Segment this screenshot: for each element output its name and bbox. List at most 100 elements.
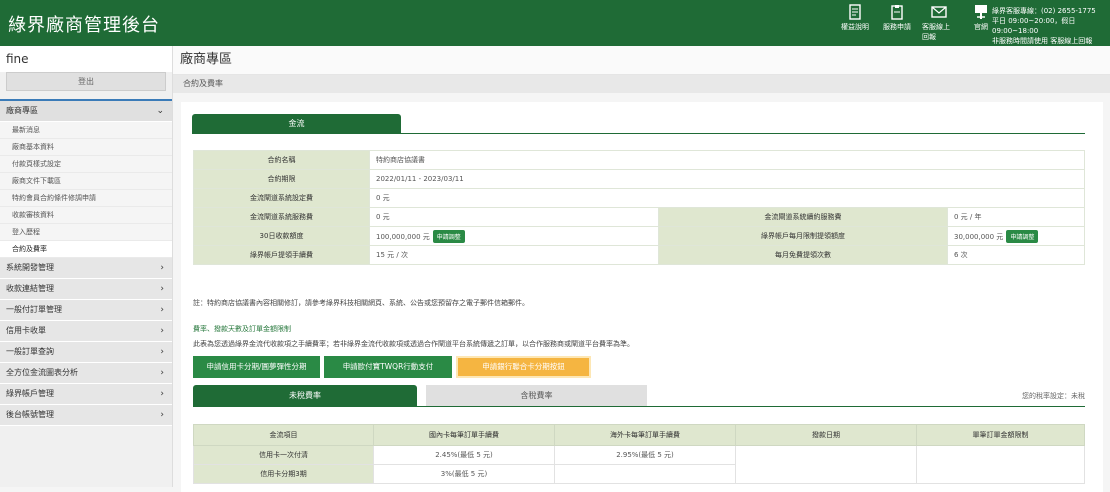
apply-bank-installment-button[interactable]: 申請銀行聯合卡分期按鈕 xyxy=(456,356,591,378)
rates-section-title: 費率、撥款天數及訂單金額限制 xyxy=(193,325,291,333)
fee-domestic: 3%(最低 5 元) xyxy=(373,464,555,484)
top-bar: 綠界廠商管理後台 權益說明 服務申請 客服線上回報 官網 綠界客服專線：(02)… xyxy=(0,0,1110,46)
sidebar-section-dev[interactable]: 系統開發管理 › xyxy=(0,258,172,279)
service-info: 綠界客服專線：(02) 2655-1775 平日 09:00~20:00，假日0… xyxy=(992,6,1110,46)
rates-section-desc: 此表為您透過綠界金流代收款項之手續費率；若非綠界金流代收款項或透過合作閘道平台系… xyxy=(193,340,634,348)
sidebar-section-label: 廠商專區 xyxy=(6,106,38,115)
rights-label: 權益說明 xyxy=(841,23,869,31)
sidebar-item-contract-rates[interactable]: 合約及費率 xyxy=(0,241,172,258)
sidebar-section-label: 系統開發管理 xyxy=(6,263,54,272)
service-line-2: 平日 09:00~20:00，假日09:00~18:00 xyxy=(992,17,1076,35)
sidebar-item-login-history[interactable]: 登入歷程 xyxy=(0,224,172,241)
tab-payment-flow[interactable]: 金流 xyxy=(192,114,401,134)
sidebar-item-review[interactable]: 收款審核資料 xyxy=(0,207,172,224)
free-withdraw-value: 6 次 xyxy=(947,245,1085,265)
monthly-limit-cell: 30,000,000 元申請調整 xyxy=(947,226,1085,246)
chevron-right-icon: › xyxy=(160,305,164,315)
limit30-value: 100,000,000 元 xyxy=(376,232,430,241)
fee-header-item: 金流項目 xyxy=(193,424,374,446)
apply-twqr-button[interactable]: 申請歐付寶TWQR行動支付 xyxy=(324,356,452,378)
sidebar-item-payment-style[interactable]: 付款頁樣式設定 xyxy=(0,156,172,173)
sidebar-item-news[interactable]: 最新消息 xyxy=(0,122,172,139)
app-logo[interactable]: 綠界廠商管理後台 xyxy=(8,11,160,37)
tab-tax-included[interactable]: 含稅費率 xyxy=(426,385,647,407)
chevron-down-icon: ⌄ xyxy=(156,106,164,116)
fee-limit xyxy=(916,445,1085,484)
service-line-1: 綠界客服專線：(02) 2655-1775 xyxy=(992,7,1096,15)
limit30-cell: 100,000,000 元申請調整 xyxy=(369,226,659,246)
table-row: 30日收款額度 100,000,000 元申請調整 綠界帳戶每月限制提領額度 3… xyxy=(193,226,1085,246)
header-icons: 權益說明 服務申請 客服線上回報 官網 xyxy=(838,4,1006,42)
limit30-label: 30日收款額度 xyxy=(193,226,370,246)
setup-fee-value: 0 元 xyxy=(369,188,1085,208)
free-withdraw-label: 每月免費提領次數 xyxy=(658,245,948,265)
fee-header-foreign: 海外卡每筆訂單手續費 xyxy=(554,424,736,446)
rights-button[interactable]: 權益說明 xyxy=(838,4,872,42)
apply-service-button[interactable]: 服務申請 xyxy=(880,4,914,42)
apply-installment-button[interactable]: 申請信用卡分期/圓夢彈性分期 xyxy=(193,356,320,378)
withdraw-fee-label: 綠界帳戶提領手續費 xyxy=(193,245,370,265)
chevron-right-icon: › xyxy=(160,263,164,273)
sidebar-section-label: 一般付訂單管理 xyxy=(6,305,62,314)
fee-foreign xyxy=(554,464,736,484)
fee-payout xyxy=(735,445,917,484)
sidebar-item-downloads[interactable]: 廠商文件下載區 xyxy=(0,173,172,190)
sidebar-section-label: 一般訂單查詢 xyxy=(6,347,54,356)
sidebar-section-query[interactable]: 一般訂單查詢 › xyxy=(0,342,172,363)
sidebar-item-profile[interactable]: 廠商基本資料 xyxy=(0,139,172,156)
news-icon xyxy=(973,4,989,20)
annual-fee-label: 金流閘道系統續約服務費 xyxy=(658,207,948,227)
table-row: 合約期限 2022/01/11 - 2023/03/11 xyxy=(193,169,1085,189)
sidebar-section-vendor[interactable]: 廠商專區 ⌄ xyxy=(0,99,172,122)
tab-pre-tax[interactable]: 未稅費率 xyxy=(193,385,417,407)
sidebar-section-orders[interactable]: 一般付訂單管理 › xyxy=(0,300,172,321)
sidebar-section-label: 綠界帳戶管理 xyxy=(6,389,54,398)
fee-header-payout: 撥款日期 xyxy=(735,424,917,446)
annual-fee-value: 0 元 / 年 xyxy=(947,207,1085,227)
sidebar-section-label: 全方位金流圖表分析 xyxy=(6,368,78,377)
chevron-right-icon: › xyxy=(160,410,164,420)
report-button[interactable]: 客服線上回報 xyxy=(922,4,956,42)
sidebar-section-links[interactable]: 收款連結管理 › xyxy=(0,279,172,300)
form-icon xyxy=(889,4,905,20)
sidebar-section-admin[interactable]: 後台帳號管理 › xyxy=(0,405,172,426)
fees-table: 金流項目 國內卡每筆訂單手續費 海外卡每筆訂單手續費 撥款日期 單筆訂單金額限制… xyxy=(193,424,1085,484)
service-fee-label: 金流閘道系統服務費 xyxy=(193,207,370,227)
contract-period-label: 合約期限 xyxy=(193,169,370,189)
sidebar-section-label: 信用卡收單 xyxy=(6,326,46,335)
main-content: 廠商專區 合約及費率 金流 合約名稱 特約商店協議書 合約期限 2022/01/… xyxy=(173,46,1110,492)
sidebar-section-analytics[interactable]: 全方位金流圖表分析 › xyxy=(0,363,172,384)
tax-setting-note: 您的稅率設定：未稅 xyxy=(1022,392,1085,400)
sidebar-item-contract-adjust[interactable]: 特約會員合約條件修調申請 xyxy=(0,190,172,207)
page-subtitle: 合約及費率 xyxy=(173,75,1110,93)
service-fee-value: 0 元 xyxy=(369,207,659,227)
apply-adjust-button[interactable]: 申請調整 xyxy=(432,229,465,243)
contract-name-value: 特約商店協議書 xyxy=(369,150,1085,170)
chevron-right-icon: › xyxy=(160,284,164,294)
sidebar-section-credit[interactable]: 信用卡收單 › xyxy=(0,321,172,342)
setup-fee-label: 金流閘道系統設定費 xyxy=(193,188,370,208)
monthly-limit-label: 綠界帳戶每月限制提領額度 xyxy=(658,226,948,246)
sidebar-section-account[interactable]: 綠界帳戶管理 › xyxy=(0,384,172,405)
table-row: 信用卡一次付清 2.45%(最低 5 元) 2.95%(最低 5 元) xyxy=(193,445,1085,484)
fee-domestic: 2.45%(最低 5 元) xyxy=(373,445,555,465)
chevron-right-icon: › xyxy=(160,389,164,399)
monthly-limit-value: 30,000,000 元 xyxy=(954,232,1004,241)
apply-adjust-button[interactable]: 申請調整 xyxy=(1006,229,1039,243)
chevron-right-icon: › xyxy=(160,347,164,357)
content-card: 金流 合約名稱 特約商店協議書 合約期限 2022/01/11 - 2023/0… xyxy=(181,102,1103,492)
report-label: 客服線上回報 xyxy=(922,23,950,41)
official-site-label: 官網 xyxy=(974,23,988,31)
chevron-right-icon: › xyxy=(160,326,164,336)
mail-icon xyxy=(931,4,947,20)
table-header-row: 金流項目 國內卡每筆訂單手續費 海外卡每筆訂單手續費 撥款日期 單筆訂單金額限制 xyxy=(193,424,1085,446)
contract-note: 註：特約商店協議書內容相關修訂，請參考綠界科技相關網頁、系統、公告或您預留存之電… xyxy=(193,299,529,307)
rate-tabs: 未稅費率 含稅費率 您的稅率設定：未稅 xyxy=(193,385,1085,407)
service-line-3: 非服務時間請使用 客服線上回報 xyxy=(992,37,1093,45)
table-row: 綠界帳戶提領手續費 15 元 / 次 每月免費提領次數 6 次 xyxy=(193,245,1085,265)
chevron-right-icon: › xyxy=(160,368,164,378)
withdraw-fee-value: 15 元 / 次 xyxy=(369,245,659,265)
sidebar: fine 登出 廠商專區 ⌄ 最新消息 廠商基本資料 付款頁樣式設定 廠商文件下… xyxy=(0,46,173,487)
table-row: 金流閘道系統服務費 0 元 金流閘道系統續約服務費 0 元 / 年 xyxy=(193,207,1085,227)
logout-button[interactable]: 登出 xyxy=(6,72,166,91)
